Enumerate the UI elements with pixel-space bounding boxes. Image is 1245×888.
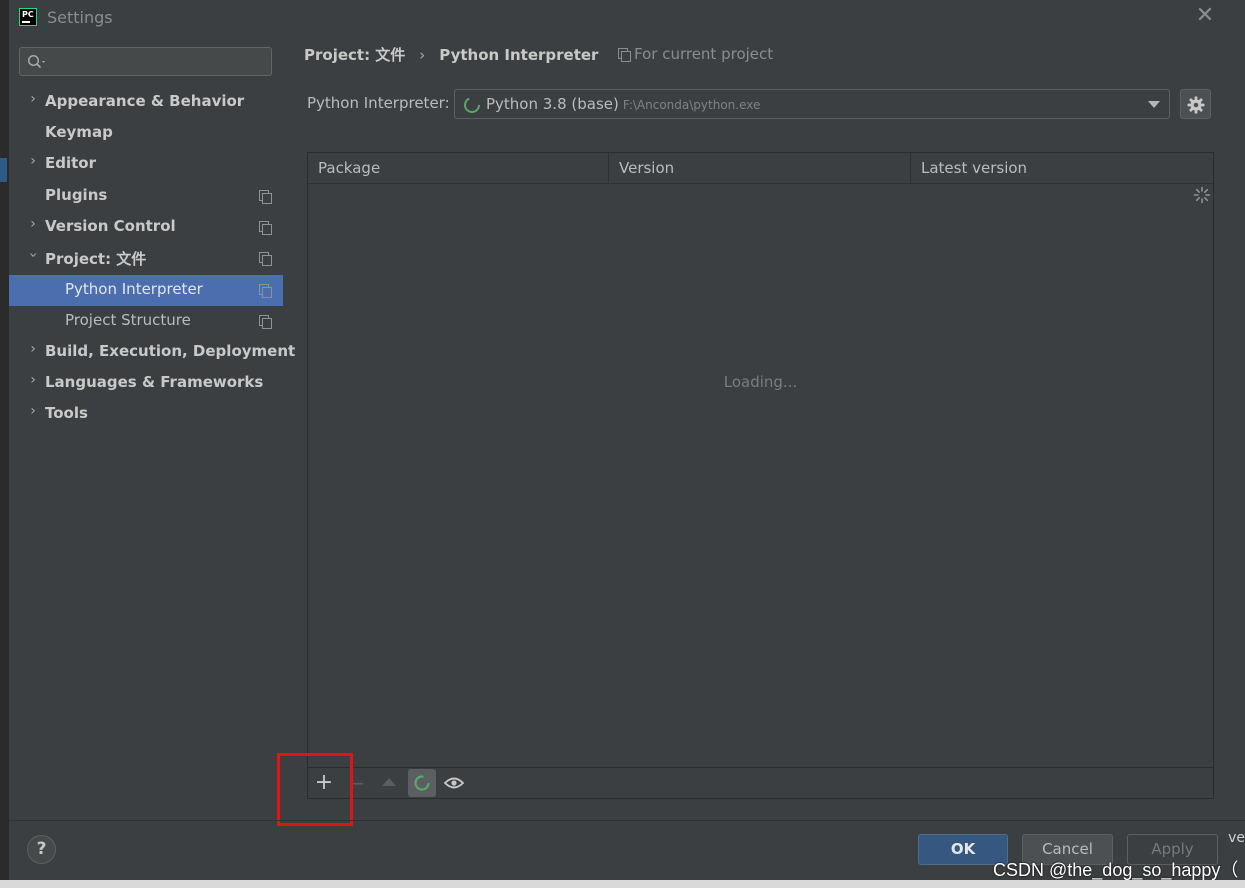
project-scope-icon (259, 284, 272, 298)
interpreter-selected-value: Python 3.8 (base) F:\Anconda\python.exe (486, 95, 760, 113)
sidebar-item-label: Project Structure (65, 311, 191, 329)
arrow-up-icon (382, 778, 396, 786)
table-header: Package Version Latest version (308, 153, 1213, 184)
interpreter-settings-button[interactable] (1180, 89, 1211, 119)
csdn-watermark: CSDN @the_dog_so_happy（ (993, 860, 1239, 880)
sidebar-item-label: Appearance & Behavior (45, 92, 245, 110)
upgrade-package-button[interactable] (375, 769, 403, 797)
project-scope-icon (618, 48, 631, 62)
sidebar-item-label: Keymap (45, 123, 113, 141)
search-icon (27, 54, 45, 69)
breadcrumb-separator: › (419, 46, 426, 64)
background-window-marker (0, 158, 7, 182)
project-scope-icon (259, 252, 272, 266)
dropdown-arrow-icon (1148, 101, 1160, 108)
interpreter-label: Python Interpreter: (307, 94, 450, 112)
background-window-text: ve (1228, 830, 1245, 846)
bottom-strip (0, 880, 1245, 888)
breadcrumb-item-python-interpreter: Python Interpreter (439, 46, 599, 64)
sidebar-item-plugins[interactable]: Plugins (9, 181, 283, 212)
column-header-version[interactable]: Version (609, 153, 911, 184)
settings-sidebar: › Appearance & Behavior Keymap › Editor … (9, 34, 295, 820)
chevron-down-icon: › (25, 252, 41, 258)
close-icon[interactable]: ✕ (1195, 4, 1215, 28)
title-bar: PC Settings ✕ (9, 0, 1245, 34)
sidebar-item-tools[interactable]: › Tools (9, 399, 283, 430)
chevron-right-icon: › (30, 403, 36, 419)
sidebar-item-label: Project: 文件 (45, 250, 147, 268)
sidebar-item-appearance-behavior[interactable]: › Appearance & Behavior (9, 87, 283, 118)
interpreter-dropdown[interactable]: Python 3.8 (base) F:\Anconda\python.exe (454, 89, 1170, 119)
breadcrumb: Project: 文件 › Python Interpreter (304, 44, 598, 65)
column-header-latest-version[interactable]: Latest version (911, 153, 1213, 184)
sidebar-item-label: Version Control (45, 217, 176, 235)
sidebar-item-languages-frameworks[interactable]: › Languages & Frameworks (9, 368, 283, 399)
sidebar-item-label: Plugins (45, 186, 108, 204)
eye-icon (444, 777, 464, 789)
sidebar-item-label: Editor (45, 154, 96, 172)
scope-label: For current project (634, 45, 774, 63)
interpreter-name: Python 3.8 (base) (486, 95, 619, 113)
sidebar-item-python-interpreter[interactable]: Python Interpreter (9, 275, 283, 306)
sidebar-item-label: Languages & Frameworks (45, 373, 264, 391)
settings-search-input[interactable] (19, 47, 272, 76)
chevron-right-icon: › (30, 216, 36, 232)
chevron-right-icon: › (30, 153, 36, 169)
breadcrumb-item-project[interactable]: Project: 文件 (304, 46, 405, 64)
sidebar-item-version-control[interactable]: › Version Control (9, 212, 283, 243)
highlight-box-annotation (277, 753, 353, 826)
sidebar-item-project-structure[interactable]: Project Structure (9, 306, 283, 337)
scope-indicator: For current project (618, 45, 773, 63)
sidebar-item-label: Tools (45, 404, 88, 422)
show-early-releases-button[interactable] (440, 769, 468, 797)
sidebar-item-keymap[interactable]: Keymap (9, 118, 283, 149)
sidebar-item-editor[interactable]: › Editor (9, 149, 283, 180)
interpreter-path: F:\Anconda\python.exe (622, 98, 761, 112)
sidebar-item-project[interactable]: › Project: 文件 (9, 243, 283, 274)
packages-table: Package Version Latest version Loading..… (307, 152, 1214, 799)
project-scope-icon (259, 221, 272, 235)
refresh-spinner-icon (414, 775, 430, 791)
column-header-package[interactable]: Package (308, 153, 609, 184)
sidebar-item-label: Build, Execution, Deployment (45, 342, 296, 360)
loading-spinner-icon (1193, 186, 1211, 204)
loading-spinner-icon (464, 97, 480, 113)
help-button[interactable]: ? (27, 835, 56, 864)
project-scope-icon (259, 315, 272, 329)
chevron-right-icon: › (30, 341, 36, 357)
chevron-right-icon: › (30, 91, 36, 107)
app-icon-text: PC (22, 10, 34, 19)
pycharm-app-icon: PC (19, 8, 37, 26)
background-window-edge (0, 0, 9, 888)
loading-status: Loading... (723, 373, 798, 391)
gear-icon (1187, 96, 1205, 114)
window-title: Settings (47, 8, 113, 27)
sidebar-item-build-execution-deployment[interactable]: › Build, Execution, Deployment (9, 337, 295, 368)
footer-divider (9, 820, 1245, 821)
chevron-right-icon: › (30, 372, 36, 388)
project-scope-icon (259, 190, 272, 204)
refresh-packages-button[interactable] (408, 769, 436, 797)
sidebar-item-label: Python Interpreter (65, 280, 203, 298)
